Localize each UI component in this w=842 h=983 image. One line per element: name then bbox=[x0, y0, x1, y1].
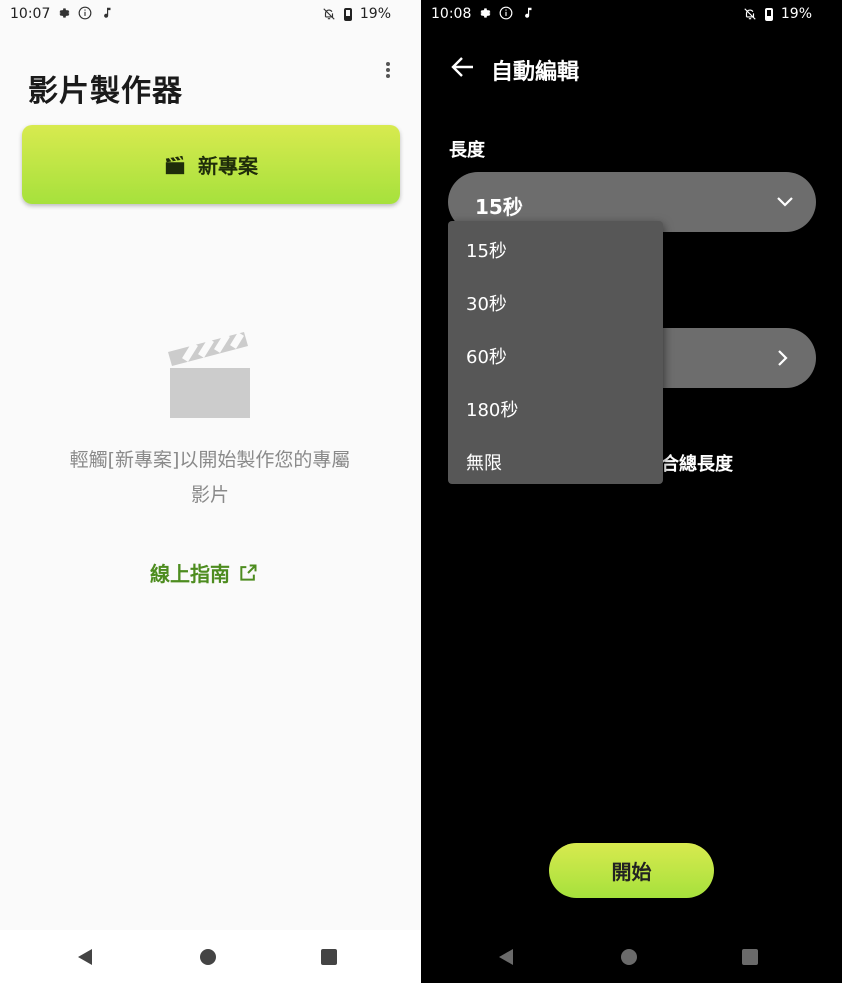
online-guide-label: 線上指南 bbox=[150, 562, 230, 586]
hint-line-1: 輕觸[新專案]以開始製作您的專屬 bbox=[69, 449, 351, 471]
new-project-button[interactable]: 新專案 bbox=[22, 125, 400, 204]
navigation-bar bbox=[0, 930, 421, 983]
status-time: 10:08 bbox=[431, 6, 472, 22]
battery-percent: 19% bbox=[780, 6, 812, 22]
clapperboard-illustration-icon bbox=[168, 332, 250, 418]
clapperboard-icon bbox=[165, 155, 185, 174]
notifications-off-icon bbox=[323, 8, 335, 20]
navigation-bar bbox=[421, 930, 842, 983]
notifications-off-icon bbox=[744, 8, 756, 20]
dropdown-option-60s[interactable]: 60秒 bbox=[466, 343, 507, 369]
info-icon bbox=[499, 6, 513, 20]
dropdown-option-unlimited[interactable]: 無限 bbox=[466, 449, 502, 475]
back-arrow-icon[interactable] bbox=[451, 56, 475, 78]
auto-edit-screen: 10:08 19% 自動編輯 長度 15秒 合總長度 15秒 30秒 60秒 1… bbox=[421, 0, 842, 983]
back-nav-icon[interactable] bbox=[497, 948, 515, 966]
battery-icon bbox=[343, 7, 352, 21]
settings-icon bbox=[480, 8, 491, 18]
external-link-icon bbox=[240, 564, 257, 581]
more-options-icon[interactable] bbox=[382, 60, 394, 84]
start-button[interactable]: 開始 bbox=[549, 843, 714, 898]
status-time: 10:07 bbox=[10, 6, 51, 22]
settings-icon bbox=[59, 8, 70, 18]
dropdown-option-180s[interactable]: 180秒 bbox=[466, 396, 518, 422]
hint-line-2: 影片 bbox=[190, 484, 229, 506]
battery-icon bbox=[764, 7, 773, 21]
info-icon bbox=[78, 6, 92, 20]
empty-state-hint: 輕觸[新專案]以開始製作您的專屬 影片 bbox=[40, 443, 380, 513]
length-selected-value: 15秒 bbox=[475, 195, 523, 219]
dropdown-option-30s[interactable]: 30秒 bbox=[466, 290, 507, 316]
status-bar: 10:08 19% bbox=[421, 0, 842, 30]
length-label: 長度 bbox=[449, 140, 485, 161]
chevron-right-icon bbox=[778, 350, 788, 366]
app-title: 影片製作器 bbox=[28, 74, 183, 109]
online-guide-link[interactable]: 線上指南 bbox=[150, 558, 258, 587]
recents-nav-icon[interactable] bbox=[320, 948, 338, 966]
music-note-icon bbox=[525, 7, 532, 18]
video-maker-home-screen: 10:07 19% 影片製作器 新專案 輕觸[新專案]以開始製作您的專屬 影片 … bbox=[0, 0, 421, 983]
chevron-down-icon bbox=[777, 197, 793, 207]
music-note-icon bbox=[104, 7, 111, 18]
home-nav-icon[interactable] bbox=[199, 948, 217, 966]
recents-nav-icon[interactable] bbox=[741, 948, 759, 966]
dropdown-option-15s[interactable]: 15秒 bbox=[466, 237, 507, 263]
back-nav-icon[interactable] bbox=[76, 948, 94, 966]
partial-obscured-text: 合總長度 bbox=[661, 454, 733, 475]
home-nav-icon[interactable] bbox=[620, 948, 638, 966]
new-project-label: 新專案 bbox=[198, 154, 258, 178]
battery-percent: 19% bbox=[359, 6, 391, 22]
screen-title: 自動編輯 bbox=[491, 60, 580, 85]
length-dropdown-menu: 15秒 30秒 60秒 180秒 無限 bbox=[448, 221, 663, 484]
start-label: 開始 bbox=[611, 860, 652, 884]
status-bar: 10:07 19% bbox=[0, 0, 421, 30]
